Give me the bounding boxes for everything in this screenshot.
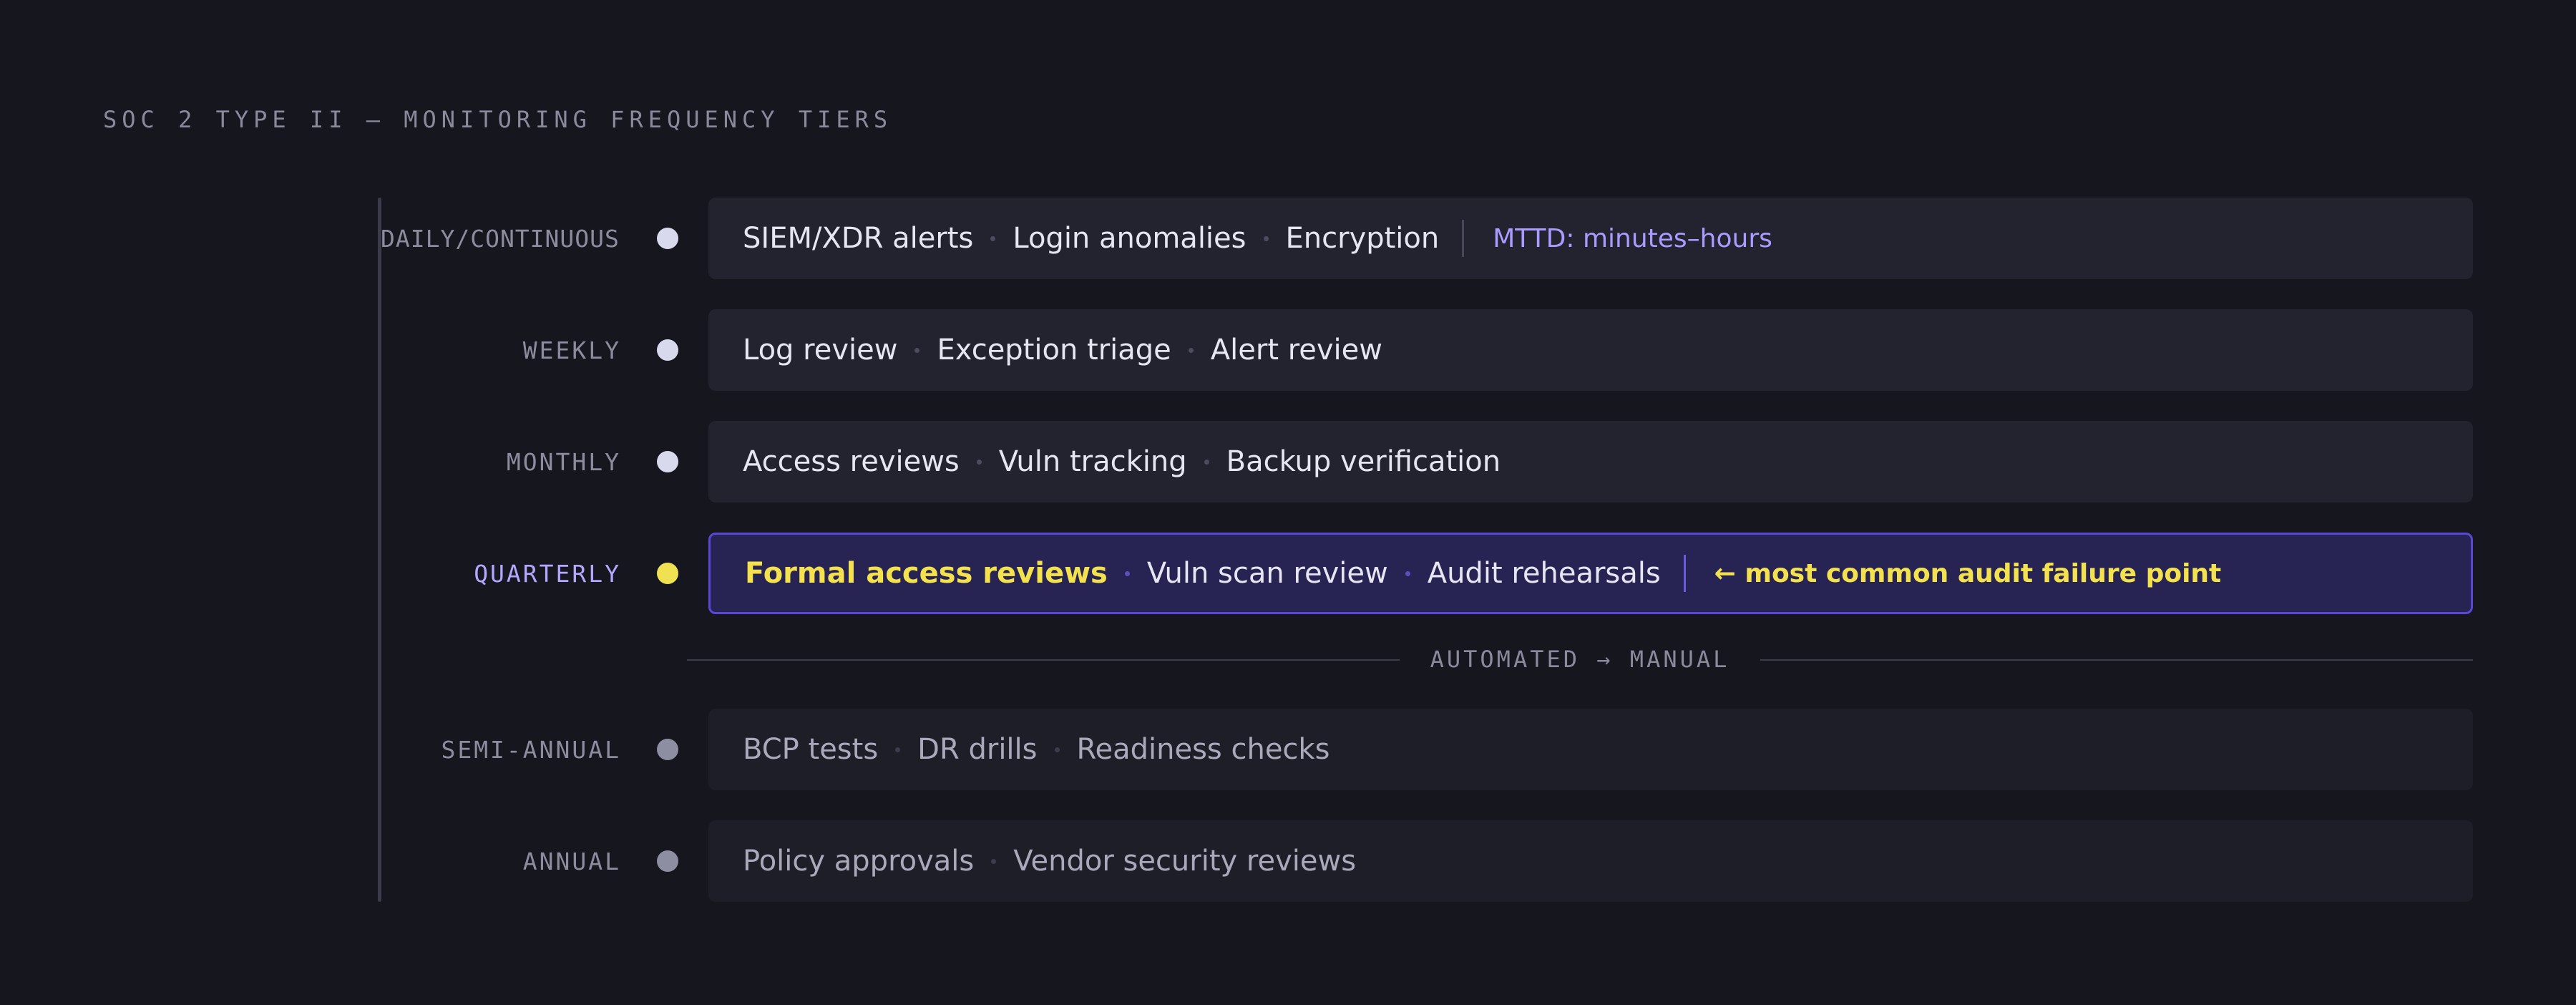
item-separator xyxy=(1204,459,1209,465)
tier-item: Vendor security reviews xyxy=(1013,845,1357,878)
tier-item: Audit rehearsals xyxy=(1427,557,1661,590)
tier-card: Policy approvals Vendor security reviews xyxy=(708,820,2473,902)
tier-label: MONTHLY xyxy=(506,447,621,476)
item-separator xyxy=(914,347,920,353)
tier-marker-dot xyxy=(657,563,678,584)
tier-item: SIEM/XDR alerts xyxy=(743,222,974,255)
tier-label: DAILY/CONTINUOUS xyxy=(381,224,620,253)
tier-semi-annual: SEMI-ANNUAL BCP tests DR drills Readines… xyxy=(0,709,2576,790)
tier-monthly: MONTHLY Access reviews Vuln tracking Bac… xyxy=(0,421,2576,502)
tier-note: MTTD: minutes–hours xyxy=(1493,223,1772,253)
divider-label: AUTOMATED → MANUAL xyxy=(1430,646,1730,673)
tier-item-highlighted: Formal access reviews xyxy=(745,557,1108,590)
item-separator xyxy=(1263,236,1269,241)
item-separator xyxy=(991,858,997,864)
tier-marker-dot xyxy=(657,739,678,760)
tier-marker-dot xyxy=(657,451,678,472)
tier-annual: ANNUAL Policy approvals Vendor security … xyxy=(0,820,2576,902)
tier-item: Log review xyxy=(743,334,898,366)
divider-line-right xyxy=(1760,659,2473,661)
tier-label: ANNUAL xyxy=(522,847,621,875)
tier-label: QUARTERLY xyxy=(474,559,621,588)
diagram-title: SOC 2 TYPE II — MONITORING FREQUENCY TIE… xyxy=(103,106,893,133)
tier-label: WEEKLY xyxy=(522,336,621,364)
automation-divider: AUTOMATED → MANUAL xyxy=(687,641,2473,677)
tier-card: Log review Exception triage Alert review xyxy=(708,309,2473,391)
tier-card: Access reviews Vuln tracking Backup veri… xyxy=(708,421,2473,502)
tier-item: DR drills xyxy=(917,733,1038,766)
item-separator xyxy=(1124,571,1130,576)
tier-item: Policy approvals xyxy=(743,845,975,878)
audit-failure-note: ← most common audit failure point xyxy=(1714,558,2222,588)
tier-marker-dot xyxy=(657,228,678,249)
tier-item: Readiness checks xyxy=(1076,733,1330,766)
tier-quarterly: QUARTERLY Formal access reviews Vuln sca… xyxy=(0,533,2576,614)
tier-card: BCP tests DR drills Readiness checks xyxy=(708,709,2473,790)
note-divider xyxy=(1462,220,1465,257)
tier-item: Vuln scan review xyxy=(1146,557,1388,590)
tier-item: Vuln tracking xyxy=(998,445,1187,478)
tier-label: SEMI-ANNUAL xyxy=(441,735,621,764)
note-divider xyxy=(1683,555,1686,592)
item-separator xyxy=(895,747,901,752)
tier-card: SIEM/XDR alerts Login anomalies Encrypti… xyxy=(708,198,2473,279)
tier-item: Encryption xyxy=(1285,222,1440,255)
tier-marker-dot xyxy=(657,850,678,872)
tier-daily-continuous: DAILY/CONTINUOUS SIEM/XDR alerts Login a… xyxy=(0,198,2576,279)
item-separator xyxy=(1405,571,1410,576)
item-separator xyxy=(1188,347,1194,353)
divider-line-left xyxy=(687,659,1400,661)
tier-item: Exception triage xyxy=(937,334,1171,366)
tier-item: Login anomalies xyxy=(1013,222,1246,255)
tier-card-highlighted: Formal access reviews Vuln scan review A… xyxy=(708,533,2473,614)
tier-weekly: WEEKLY Log review Exception triage Alert… xyxy=(0,309,2576,391)
item-separator xyxy=(976,459,982,465)
tier-item: Access reviews xyxy=(743,445,960,478)
tier-item: Backup verification xyxy=(1226,445,1501,478)
tier-item: Alert review xyxy=(1210,334,1382,366)
item-separator xyxy=(990,236,996,241)
item-separator xyxy=(1054,747,1060,752)
tier-item: BCP tests xyxy=(743,733,879,766)
tier-marker-dot xyxy=(657,339,678,361)
